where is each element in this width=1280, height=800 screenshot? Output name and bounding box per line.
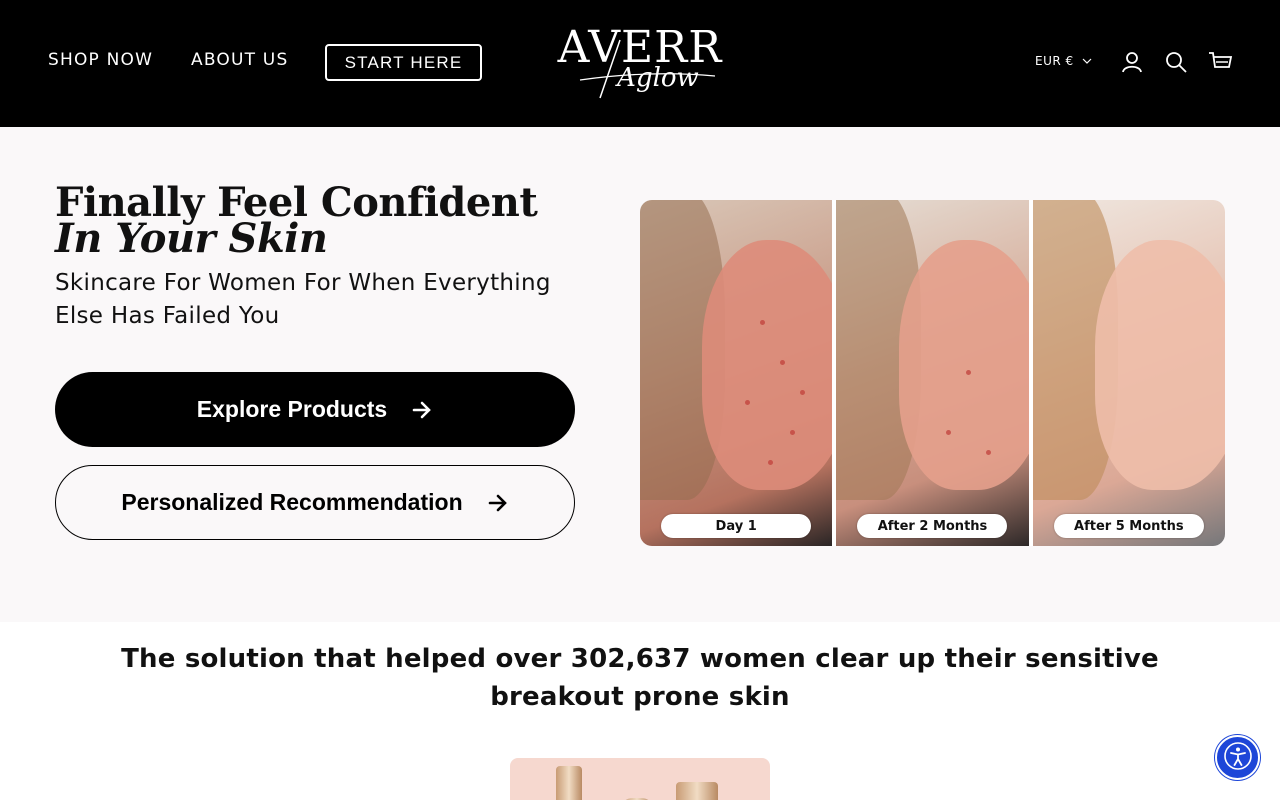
hero-section: Finally Feel Confident In Your Skin Skin…: [0, 127, 1280, 622]
accessibility-button[interactable]: [1215, 735, 1260, 780]
arrow-right-icon: [411, 399, 433, 421]
product-image: [510, 758, 770, 800]
personalized-recommendation-label: Personalized Recommendation: [121, 489, 463, 515]
accessibility-icon: [1222, 740, 1254, 775]
hero-title-line2: In Your Skin: [55, 215, 328, 262]
cart-icon[interactable]: [1206, 48, 1234, 76]
account-icon[interactable]: [1118, 48, 1146, 76]
nav-about-us[interactable]: ABOUT US: [191, 50, 288, 70]
currency-selector[interactable]: EUR €: [1035, 54, 1092, 68]
nav-shop-now[interactable]: SHOP NOW: [48, 50, 153, 70]
search-icon[interactable]: [1162, 48, 1190, 76]
arrow-right-icon: [487, 492, 509, 514]
after-panel-2-months: After 2 Months: [836, 200, 1029, 546]
image-tag: After 2 Months: [857, 514, 1008, 538]
solution-headline: The solution that helped over 302,637 wo…: [121, 644, 1159, 712]
start-here-button[interactable]: START HERE: [325, 44, 482, 81]
site-header: SHOP NOW ABOUT US START HERE AVERR Aglow…: [0, 0, 1280, 127]
personalized-recommendation-button[interactable]: Personalized Recommendation: [55, 465, 575, 540]
currency-label: EUR €: [1035, 54, 1074, 68]
chevron-down-icon: [1082, 54, 1092, 68]
before-after-image: Day 1 After 2 Months After 5 Months: [640, 200, 1225, 546]
hero-subtitle: Skincare For Women For When Everything E…: [55, 270, 551, 329]
before-panel-day-1: Day 1: [640, 200, 833, 546]
image-tag: After 5 Months: [1053, 514, 1204, 538]
logo-script-text: Aglow: [615, 63, 699, 93]
after-panel-5-months: After 5 Months: [1032, 200, 1225, 546]
explore-products-label: Explore Products: [196, 396, 388, 422]
image-tag: Day 1: [661, 514, 812, 538]
explore-products-button[interactable]: Explore Products: [55, 372, 575, 447]
brand-logo[interactable]: AVERR Aglow: [540, 20, 740, 104]
